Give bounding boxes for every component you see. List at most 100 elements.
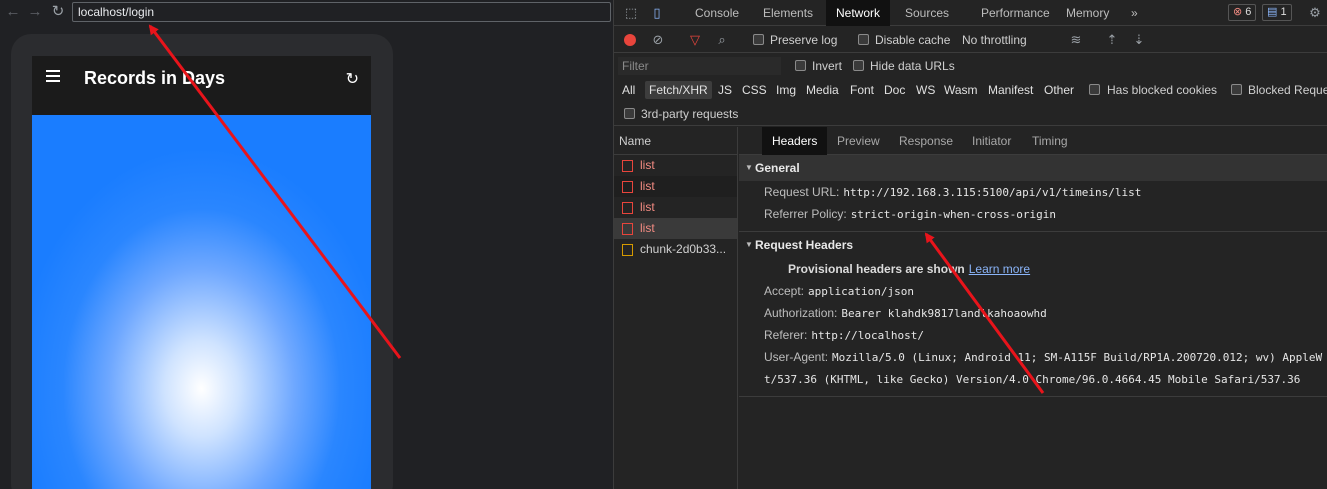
preserve-log-checkbox[interactable] xyxy=(753,34,764,45)
type-filter-ws[interactable]: WS xyxy=(912,81,939,99)
tab-network[interactable]: Network xyxy=(826,0,891,26)
user-agent-key: User-Agent: xyxy=(764,350,829,364)
request-name: list xyxy=(640,179,655,193)
wifi-conditions-icon[interactable]: ≋ xyxy=(1068,32,1084,48)
tab-timing[interactable]: Timing xyxy=(1022,127,1078,155)
learn-more-link[interactable]: Learn more xyxy=(969,262,1030,276)
general-section-header[interactable]: ▼ General xyxy=(739,155,1327,181)
clear-icon[interactable]: ⊘ xyxy=(650,32,666,48)
user-agent-value-line1: Mozilla/5.0 (Linux; Android 11; SM-A115F… xyxy=(832,351,1323,364)
request-row-selected[interactable]: list xyxy=(614,218,737,239)
user-agent-row: User-Agent: Mozilla/5.0 (Linux; Android 1… xyxy=(739,346,1327,368)
hide-data-urls-label: Hide data URLs xyxy=(870,59,955,73)
forward-icon[interactable]: → xyxy=(26,3,44,21)
export-har-icon[interactable]: ⇣ xyxy=(1131,32,1147,48)
error-icon: ⊗ xyxy=(1233,6,1243,18)
has-blocked-cookies-checkbox[interactable] xyxy=(1089,84,1100,95)
tab-headers[interactable]: Headers xyxy=(762,127,828,155)
type-filter-js[interactable]: JS xyxy=(714,81,736,99)
disable-cache-checkbox[interactable] xyxy=(858,34,869,45)
type-filter-all[interactable]: All xyxy=(618,81,639,99)
tab-elements[interactable]: Elements xyxy=(753,0,823,26)
request-row[interactable]: list xyxy=(614,197,737,218)
tab-sources[interactable]: Sources xyxy=(895,0,959,26)
request-headers-title: Request Headers xyxy=(755,238,854,252)
tab-response[interactable]: Response xyxy=(889,127,963,155)
app-content-gradient xyxy=(32,115,371,489)
type-filter-font[interactable]: Font xyxy=(846,81,878,99)
back-icon[interactable]: ← xyxy=(4,3,22,21)
general-title: General xyxy=(755,161,800,175)
type-filter-other[interactable]: Other xyxy=(1040,81,1078,99)
message-count-badge[interactable]: ▤ 1 xyxy=(1262,4,1292,21)
request-row[interactable]: list xyxy=(614,155,737,176)
refresh-icon[interactable]: ↻ xyxy=(346,69,359,89)
resource-type-filters: All Fetch/XHR JS CSS Img Media Font Doc … xyxy=(614,78,1327,102)
xhr-error-icon xyxy=(622,202,633,214)
url-input[interactable]: localhost/login xyxy=(72,2,611,22)
has-blocked-cookies-label: Has blocked cookies xyxy=(1107,83,1218,97)
device-toolbar-icon[interactable]: ▯ xyxy=(649,5,665,21)
request-name: list xyxy=(640,200,655,214)
record-icon[interactable] xyxy=(624,34,636,46)
referrer-policy-value: strict-origin-when-cross-origin xyxy=(850,208,1056,221)
menu-icon[interactable] xyxy=(46,70,60,84)
third-party-checkbox[interactable] xyxy=(624,108,635,119)
app-bar: Records in Days ↻ xyxy=(32,56,371,115)
inspect-element-icon[interactable]: ⬚ xyxy=(623,5,639,21)
collapse-triangle-icon: ▼ xyxy=(745,163,753,172)
more-tabs-icon[interactable]: » xyxy=(1121,0,1148,26)
third-party-label: 3rd-party requests xyxy=(641,107,739,121)
request-headers-section-header[interactable]: ▼ Request Headers xyxy=(739,232,1327,258)
disable-cache-label: Disable cache xyxy=(875,33,951,47)
tab-memory[interactable]: Memory xyxy=(1056,0,1119,26)
provisional-warning: Provisional headers are shown xyxy=(788,262,965,276)
browser-viewport: ← → ↻ localhost/login Records in Days ↻ xyxy=(0,0,613,489)
filter-input[interactable]: Filter xyxy=(618,57,781,75)
reload-icon[interactable]: ↻ xyxy=(49,3,67,21)
third-party-row: 3rd-party requests xyxy=(614,102,1327,126)
xhr-error-icon xyxy=(622,223,633,235)
import-har-icon[interactable]: ⇡ xyxy=(1104,32,1120,48)
request-list: Name list list list list chunk-2d0b33... xyxy=(614,127,738,489)
request-name: list xyxy=(640,221,655,235)
blocked-requests-label: Blocked Reque xyxy=(1248,83,1327,97)
blocked-requests-checkbox[interactable] xyxy=(1231,84,1242,95)
devtools-tab-bar: ⬚ ▯ Console Elements Network Sources Per… xyxy=(614,0,1327,26)
xhr-error-icon xyxy=(622,181,633,193)
throttling-select[interactable]: No throttling xyxy=(962,33,1027,47)
tab-initiator[interactable]: Initiator xyxy=(962,127,1021,155)
app-title: Records in Days xyxy=(84,68,226,88)
type-filter-fetch-xhr[interactable]: Fetch/XHR xyxy=(645,81,712,99)
network-toolbar: ⊘ ▽ ⌕ Preserve log Disable cache No thro… xyxy=(614,27,1327,53)
tab-console[interactable]: Console xyxy=(685,0,749,26)
type-filter-manifest[interactable]: Manifest xyxy=(984,81,1037,99)
filter-row: Filter Invert Hide data URLs xyxy=(614,54,1327,78)
message-count: 1 xyxy=(1280,6,1287,18)
type-filter-img[interactable]: Img xyxy=(772,81,800,99)
request-row[interactable]: chunk-2d0b33... xyxy=(614,239,737,260)
filter-funnel-icon[interactable]: ▽ xyxy=(687,32,703,48)
invert-checkbox[interactable] xyxy=(795,60,806,71)
type-filter-media[interactable]: Media xyxy=(802,81,843,99)
type-filter-wasm[interactable]: Wasm xyxy=(940,81,982,99)
request-row[interactable]: list xyxy=(614,176,737,197)
accept-row: Accept: application/json xyxy=(739,280,1327,302)
authorization-row: Authorization: Bearer klahdk9817landlkaho… xyxy=(739,302,1327,324)
search-icon[interactable]: ⌕ xyxy=(714,32,730,48)
script-file-icon xyxy=(622,244,633,256)
request-name: chunk-2d0b33... xyxy=(640,242,727,256)
type-filter-css[interactable]: CSS xyxy=(738,81,771,99)
message-icon: ▤ xyxy=(1267,6,1278,18)
tab-performance[interactable]: Performance xyxy=(971,0,1060,26)
error-count-badge[interactable]: ⊗ 6 xyxy=(1228,4,1257,21)
referer-value: http://localhost/ xyxy=(811,329,924,342)
provisional-headers-row: Provisional headers are shown Learn more xyxy=(739,258,1327,280)
referer-row: Referer: http://localhost/ xyxy=(739,324,1327,346)
error-count: 6 xyxy=(1245,6,1252,18)
settings-gear-icon[interactable]: ⚙ xyxy=(1307,5,1323,21)
tab-preview[interactable]: Preview xyxy=(827,127,890,155)
type-filter-doc[interactable]: Doc xyxy=(880,81,909,99)
name-column-header[interactable]: Name xyxy=(614,127,737,155)
hide-data-urls-checkbox[interactable] xyxy=(853,60,864,71)
